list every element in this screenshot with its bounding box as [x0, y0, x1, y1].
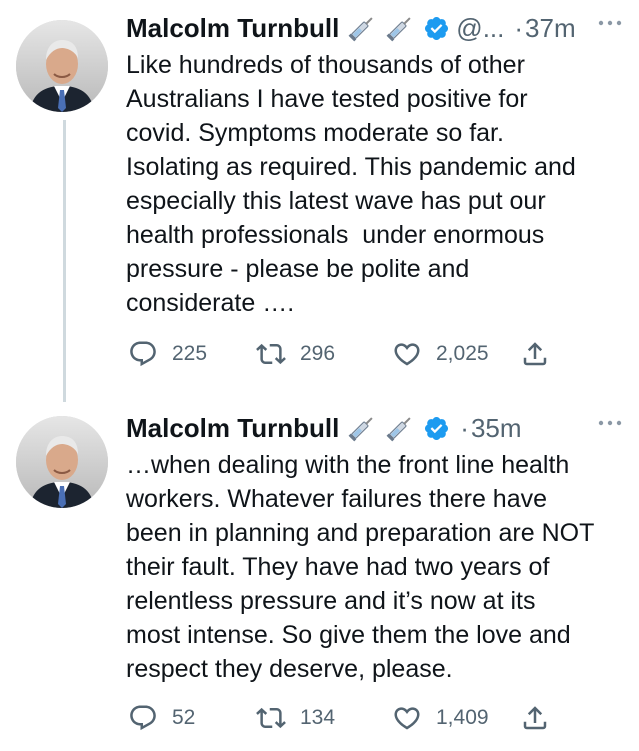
author-name[interactable]: Malcolm Turnbull — [126, 413, 339, 444]
separator-dot: · — [460, 412, 469, 443]
share-button[interactable] — [520, 336, 550, 372]
tweet-header: Malcolm Turnbull · 35m — [126, 410, 627, 446]
retweet-button[interactable]: 134 — [256, 700, 335, 736]
heart-icon — [394, 707, 420, 730]
tweet-header: Malcolm Turnbull @... · 37m — [126, 10, 627, 46]
retweet-icon — [256, 707, 286, 729]
like-count: 2,025 — [436, 342, 489, 365]
author-name[interactable]: Malcolm Turnbull — [126, 13, 339, 44]
tweet-2[interactable]: Malcolm Turnbull · 35m …when dealing wit… — [0, 400, 639, 751]
retweet-count: 296 — [300, 342, 336, 365]
tweet-1[interactable]: Malcolm Turnbull @... · 37m Like hundred… — [0, 0, 639, 402]
more-dots-icon[interactable] — [597, 18, 623, 28]
retweet-count: 134 — [300, 706, 336, 729]
reply-button[interactable]: 225 — [128, 336, 207, 372]
tweet-actions: 225 296 2,025 — [128, 336, 598, 372]
heart-icon — [394, 343, 420, 366]
syringe-icon — [348, 17, 373, 42]
more-dots-icon[interactable] — [597, 418, 623, 428]
retweet-button[interactable]: 296 — [256, 336, 335, 372]
author-avatar[interactable] — [16, 416, 108, 508]
share-icon — [523, 706, 547, 730]
author-avatar[interactable] — [16, 20, 108, 112]
share-button[interactable] — [520, 700, 550, 736]
avatar-photo-icon — [16, 416, 108, 508]
tweet-text: Like hundreds of thousands of other Aust… — [126, 51, 576, 317]
avatar-photo-icon — [16, 20, 108, 112]
separator-dot: · — [514, 12, 524, 43]
tweet-text: …when dealing with the front line health… — [126, 451, 595, 683]
reply-count: 52 — [172, 706, 196, 729]
reply-icon — [130, 705, 156, 731]
reply-button[interactable]: 52 — [128, 700, 195, 736]
verified-badge-icon — [425, 416, 449, 440]
like-button[interactable]: 2,025 — [392, 336, 489, 372]
tweet-actions: 52 134 1,409 — [128, 700, 598, 736]
like-count: 1,409 — [436, 706, 489, 729]
syringe-icon — [386, 417, 411, 442]
verified-badge-icon — [425, 16, 449, 40]
retweet-icon — [256, 343, 286, 365]
syringe-icon — [386, 17, 411, 42]
like-button[interactable]: 1,409 — [392, 700, 489, 736]
timestamp[interactable]: 35m — [471, 413, 522, 444]
thread-connector-line — [63, 120, 66, 402]
reply-count: 225 — [172, 342, 208, 365]
author-handle[interactable]: @... — [456, 13, 504, 44]
share-icon — [523, 342, 547, 366]
syringe-icon — [348, 417, 373, 442]
timestamp[interactable]: 37m — [525, 13, 576, 44]
reply-icon — [130, 341, 156, 367]
